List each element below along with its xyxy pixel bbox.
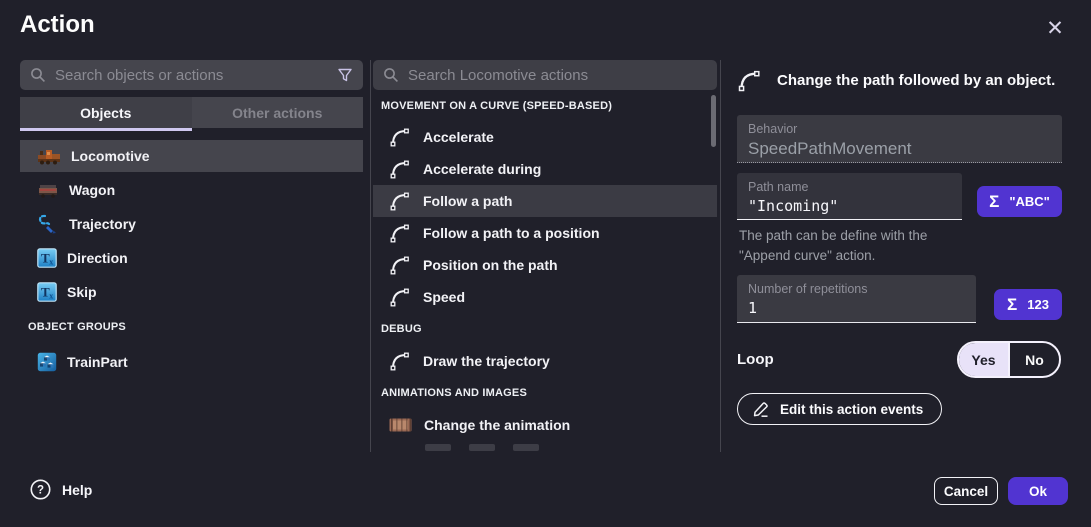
action-item-accelerate-during[interactable]: Accelerate during (373, 153, 717, 185)
list-item-trajectory[interactable]: Trajectory (20, 208, 363, 240)
text-object-icon: T x (37, 282, 57, 302)
tab-objects[interactable]: Objects (20, 97, 192, 128)
section-header: DEBUG (373, 313, 717, 345)
action-item-label: Accelerate (423, 129, 494, 145)
action-item-label: Position on the path (423, 257, 558, 273)
action-item-label: Accelerate during (423, 161, 541, 177)
action-item-label: Speed (423, 289, 465, 305)
object-list: Locomotive Wagon Trajectory (20, 140, 363, 378)
field-label: Number of repetitions (748, 282, 965, 296)
trajectory-icon (37, 213, 59, 235)
object-tabs: Objects Other actions (20, 97, 363, 128)
list-item-label: Direction (67, 250, 128, 266)
action-item-follow-a-path[interactable]: Follow a path (373, 185, 717, 217)
panel-divider (370, 60, 371, 452)
section-header: MOVEMENT ON A CURVE (SPEED-BASED) (373, 90, 717, 121)
action-item-label: Change the animation (424, 417, 570, 433)
path-name-value[interactable]: "Incoming" (748, 197, 951, 215)
filter-icon[interactable] (337, 67, 353, 83)
edit-action-events-button[interactable]: Edit this action events (737, 393, 942, 425)
search-icon (30, 67, 46, 83)
list-item-wagon[interactable]: Wagon (20, 174, 363, 206)
list-item-label: Locomotive (71, 148, 150, 164)
behavior-field: Behavior SpeedPathMovement (737, 115, 1062, 163)
text-object-icon: T x (37, 248, 57, 268)
action-item-speed[interactable]: Speed (373, 281, 717, 313)
field-label: Path name (748, 180, 951, 194)
list-item-label: Wagon (69, 182, 115, 198)
help-icon: ? (30, 479, 51, 500)
object-groups-header: OBJECT GROUPS (20, 310, 363, 344)
curve-action-icon (389, 126, 411, 148)
loop-no-button[interactable]: No (1008, 343, 1059, 376)
curve-action-icon (389, 158, 411, 180)
help-button[interactable]: ? Help (30, 479, 92, 500)
objects-search[interactable] (20, 60, 363, 90)
cancel-button[interactable]: Cancel (934, 477, 998, 505)
panel-divider (720, 60, 721, 452)
action-item-label: Follow a path to a position (423, 225, 600, 241)
behavior-value: SpeedPathMovement (748, 139, 1051, 159)
svg-text:x: x (49, 292, 53, 301)
repetitions-field[interactable]: Number of repetitions 1 (737, 275, 976, 323)
expression-editor-123-button[interactable]: Σ 123 (994, 289, 1062, 320)
action-dialog: Action ✕ Objects Other actions Locomotiv… (0, 0, 1091, 527)
action-item-label: Draw the trajectory (423, 353, 550, 369)
ok-button[interactable]: Ok (1008, 477, 1068, 505)
clipped-next-row (373, 441, 717, 451)
action-list: MOVEMENT ON A CURVE (SPEED-BASED) Accele… (373, 90, 717, 451)
list-item-label: TrainPart (67, 354, 128, 370)
path-helper-text: The path can be define with the "Append … (739, 226, 927, 266)
group-icon (37, 352, 57, 372)
action-item-change-the-animation[interactable]: Change the animation (373, 409, 717, 441)
sigma-icon: Σ (1007, 295, 1017, 315)
curve-action-icon (389, 222, 411, 244)
list-item-label: Skip (67, 284, 97, 300)
locomotive-icon (37, 148, 61, 165)
list-item-direction[interactable]: T x Direction (20, 242, 363, 274)
field-label: Behavior (748, 122, 1051, 136)
actions-panel: MOVEMENT ON A CURVE (SPEED-BASED) Accele… (373, 60, 717, 452)
loop-yes-button[interactable]: Yes (959, 343, 1008, 376)
action-description-row: Change the path followed by an object. (737, 68, 1055, 93)
wagon-icon (37, 182, 59, 198)
list-item-locomotive[interactable]: Locomotive (20, 140, 363, 172)
animation-icon (389, 417, 412, 433)
expression-editor-abc-button[interactable]: Σ "ABC" (977, 186, 1062, 217)
loop-toggle: Yes No (957, 341, 1061, 378)
action-item-draw-the-trajectory[interactable]: Draw the trajectory (373, 345, 717, 377)
scrollbar-thumb[interactable] (711, 95, 716, 147)
page-title: Action (20, 11, 95, 39)
search-input[interactable] (408, 67, 707, 84)
tab-other-actions[interactable]: Other actions (192, 97, 364, 128)
actions-search[interactable] (373, 60, 717, 90)
section-header: ANIMATIONS AND IMAGES (373, 377, 717, 409)
list-item-skip[interactable]: T x Skip (20, 276, 363, 308)
action-item-label: Follow a path (423, 193, 512, 209)
loop-row: Loop Yes No (737, 341, 1062, 378)
curve-action-icon (389, 350, 411, 372)
action-item-position-on-the-path[interactable]: Position on the path (373, 249, 717, 281)
sigma-icon: Σ (989, 192, 999, 212)
path-name-field[interactable]: Path name "Incoming" (737, 173, 962, 220)
search-input[interactable] (55, 67, 328, 84)
pencil-icon (752, 400, 770, 418)
svg-text:?: ? (37, 485, 44, 497)
objects-panel: Objects Other actions Locomotive (20, 60, 363, 90)
list-item-trainpart[interactable]: TrainPart (20, 346, 363, 378)
curve-action-icon (737, 68, 762, 93)
curve-action-icon (389, 254, 411, 276)
curve-action-icon (389, 286, 411, 308)
repetitions-value[interactable]: 1 (748, 299, 965, 317)
curve-action-icon (389, 190, 411, 212)
action-item-accelerate[interactable]: Accelerate (373, 121, 717, 153)
loop-label: Loop (737, 351, 774, 368)
svg-text:x: x (49, 258, 53, 267)
list-item-label: Trajectory (69, 216, 136, 232)
action-description: Change the path followed by an object. (777, 72, 1055, 89)
action-item-follow-a-path-to-a-position[interactable]: Follow a path to a position (373, 217, 717, 249)
close-icon[interactable]: ✕ (1040, 13, 1070, 43)
search-icon (383, 67, 399, 83)
